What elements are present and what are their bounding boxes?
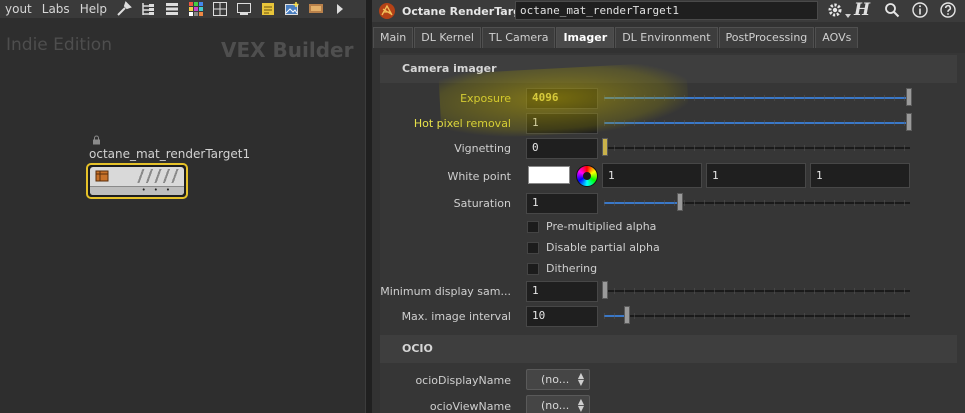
menu-layout[interactable]: yout xyxy=(0,2,37,16)
tab-imager[interactable]: Imager xyxy=(556,27,615,48)
max-image-interval-label: Max. image interval xyxy=(401,310,511,323)
exposure-slider[interactable] xyxy=(604,95,910,101)
dithering-checkbox[interactable] xyxy=(527,263,539,275)
white-point-r-field[interactable]: 1 xyxy=(602,163,702,188)
grid-icon[interactable] xyxy=(212,1,228,17)
exposure-slider-handle[interactable] xyxy=(906,88,912,106)
parameter-editor-pane: Octane RenderTarget octane_mat_renderTar… xyxy=(372,0,965,413)
tab-postprocessing[interactable]: PostProcessing xyxy=(718,27,815,48)
gear-icon[interactable] xyxy=(825,0,845,20)
updown-arrow-icon: ▲ ▼ xyxy=(577,371,584,387)
info-icon[interactable] xyxy=(910,0,930,20)
ocio-display-name-label: ocioDisplayName xyxy=(415,374,511,387)
hot-pixel-removal-field[interactable]: 1 xyxy=(526,113,598,134)
max-image-interval-slider-handle[interactable] xyxy=(624,306,630,324)
tab-aovs[interactable]: AOVs xyxy=(815,27,859,48)
shelf-tools-icon[interactable] xyxy=(308,1,324,17)
gear-menu-arrow-icon[interactable] xyxy=(844,12,852,20)
parameter-tabs: Main DL Kernel TL Camera Imager DL Envir… xyxy=(372,27,859,48)
hot-pixel-removal-slider[interactable] xyxy=(604,120,910,126)
disable-partial-alpha-label: Disable partial alpha xyxy=(546,241,660,254)
ocio-view-name-value: (no... xyxy=(541,399,570,412)
ocio-display-name-value: (no... xyxy=(541,373,570,386)
imager-parameters: Camera imager Exposure 4096 Hot pixel re… xyxy=(380,53,965,413)
color-grid-icon[interactable] xyxy=(188,1,204,17)
node-flag-bar[interactable]: ••• xyxy=(90,186,184,195)
section-ocio[interactable]: OCIO xyxy=(380,335,957,363)
exposure-label: Exposure xyxy=(460,92,511,105)
node-name-field[interactable]: octane_mat_renderTarget1 xyxy=(515,1,818,20)
saturation-slider-handle[interactable] xyxy=(677,193,683,211)
network-context-label: VEX Builder xyxy=(221,38,354,62)
tab-dl-environment[interactable]: DL Environment xyxy=(615,27,718,48)
vignetting-slider[interactable] xyxy=(604,145,910,151)
octane-node-icon xyxy=(95,169,109,186)
saturation-field[interactable]: 1 xyxy=(526,193,598,214)
hot-pixel-removal-slider-handle[interactable] xyxy=(906,113,912,131)
vignetting-field[interactable]: 0 xyxy=(526,138,598,159)
vignetting-label: Vignetting xyxy=(454,142,511,155)
menu-help[interactable]: Help xyxy=(75,2,112,16)
display-icon[interactable] xyxy=(236,1,252,17)
image-add-icon[interactable] xyxy=(284,1,300,17)
exposure-field[interactable]: 4096 xyxy=(526,88,598,109)
help-h-icon[interactable]: H xyxy=(852,0,872,20)
color-wheel-icon[interactable] xyxy=(576,165,598,187)
section-camera-imager[interactable]: Camera imager xyxy=(380,55,957,83)
tab-tl-camera[interactable]: TL Camera xyxy=(481,27,556,48)
tools-icon[interactable] xyxy=(116,1,132,17)
tree-icon[interactable] xyxy=(140,1,156,17)
vignetting-slider-handle[interactable] xyxy=(602,138,608,156)
premultiplied-alpha-label: Pre-multiplied alpha xyxy=(546,220,657,233)
tab-dl-kernel[interactable]: DL Kernel xyxy=(414,27,481,48)
white-point-swatch[interactable] xyxy=(528,166,570,184)
note-icon[interactable] xyxy=(260,1,276,17)
node-type-label: Octane RenderTarget xyxy=(402,4,534,18)
white-point-g-field[interactable]: 1 xyxy=(706,163,806,188)
octane-logo-icon xyxy=(378,2,396,20)
render-target-node[interactable]: ••• xyxy=(86,163,188,199)
ocio-view-name-label: ocioViewName xyxy=(429,400,511,413)
help-question-icon[interactable] xyxy=(938,0,958,20)
ocio-display-name-menu[interactable]: (no... ▲ ▼ xyxy=(526,369,590,390)
max-image-interval-field[interactable]: 10 xyxy=(526,306,598,327)
menu-bar: yout Labs Help xyxy=(0,0,365,18)
min-display-samples-slider[interactable] xyxy=(604,288,910,294)
saturation-label: Saturation xyxy=(453,197,511,210)
node-name-label: octane_mat_renderTarget1 xyxy=(89,147,251,161)
search-icon[interactable] xyxy=(882,0,902,20)
min-display-samples-field[interactable]: 1 xyxy=(526,281,598,302)
ocio-view-name-menu[interactable]: (no... ▲ ▼ xyxy=(526,395,590,413)
min-display-samples-slider-handle[interactable] xyxy=(602,281,608,299)
min-display-samples-label: Minimum display sam... xyxy=(380,285,511,298)
saturation-slider[interactable] xyxy=(604,200,910,206)
network-editor-pane: yout Labs Help Indie Edition VEX Builder… xyxy=(0,0,365,413)
disable-partial-alpha-checkbox[interactable] xyxy=(527,242,539,254)
dithering-label: Dithering xyxy=(546,262,598,275)
premultiplied-alpha-checkbox[interactable] xyxy=(527,221,539,233)
white-point-label: White point xyxy=(447,170,511,183)
menu-labs[interactable]: Labs xyxy=(37,2,75,16)
scroll-right-icon[interactable] xyxy=(332,1,348,17)
list-icon[interactable] xyxy=(164,1,180,17)
node-header-stripes xyxy=(136,169,180,183)
hot-pixel-removal-label: Hot pixel removal xyxy=(413,117,511,130)
edition-watermark: Indie Edition xyxy=(6,35,112,55)
tab-main[interactable]: Main xyxy=(373,27,414,48)
max-image-interval-slider[interactable] xyxy=(604,313,910,319)
updown-arrow-icon: ▲ ▼ xyxy=(577,397,584,413)
white-point-b-field[interactable]: 1 xyxy=(810,163,910,188)
pane-divider[interactable] xyxy=(365,0,372,413)
